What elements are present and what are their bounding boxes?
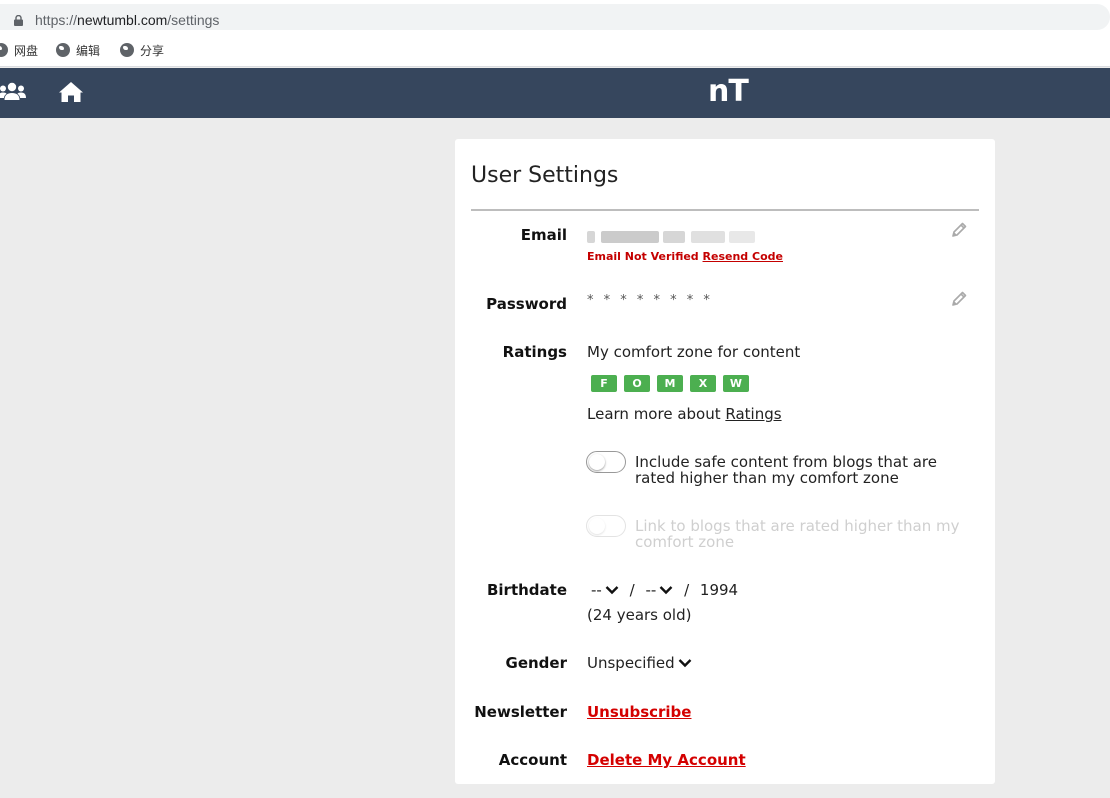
bookmark-item[interactable]: 分享 bbox=[120, 41, 164, 59]
email-value-redacted bbox=[587, 229, 757, 245]
date-separator: / bbox=[684, 581, 690, 599]
title-divider bbox=[471, 209, 979, 211]
bookmark-item[interactable]: 编辑 bbox=[56, 41, 100, 59]
birth-month-value: -- bbox=[591, 581, 602, 599]
url-prefix: https:// bbox=[35, 12, 78, 28]
birth-day-value: -- bbox=[645, 581, 657, 599]
page-title: User Settings bbox=[471, 163, 619, 188]
globe-icon bbox=[120, 43, 134, 57]
email-not-verified-text: Email Not Verified bbox=[587, 250, 699, 263]
app-navbar: nT bbox=[0, 68, 1110, 118]
gender-select[interactable]: Unspecified bbox=[587, 654, 692, 672]
rating-level-button[interactable]: M bbox=[657, 375, 683, 392]
link-higher-rated-option-text: Link to blogs that are rated higher than… bbox=[635, 517, 960, 551]
birth-year-select[interactable]: 1994 bbox=[700, 581, 738, 599]
delete-account-link[interactable]: Delete My Account bbox=[587, 751, 746, 769]
safe-content-option-text: Include safe content from blogs that are… bbox=[635, 453, 937, 487]
safe-content-toggle[interactable] bbox=[586, 451, 626, 473]
browser-url-bar: https://newtumbl.com/settings bbox=[0, 0, 1110, 34]
unsubscribe-link[interactable]: Unsubscribe bbox=[587, 703, 691, 721]
bookmark-label: 编辑 bbox=[76, 43, 101, 58]
site-logo[interactable]: nT bbox=[708, 74, 749, 109]
birthdate-label: Birthdate bbox=[486, 581, 567, 599]
chevron-down-icon bbox=[659, 586, 673, 595]
rating-level-button[interactable]: W bbox=[723, 375, 749, 392]
url-host: newtumbl.com bbox=[77, 12, 168, 28]
birthdate-fields: -- / -- / 1994 bbox=[591, 581, 738, 599]
birth-year-value: 1994 bbox=[699, 581, 739, 599]
password-value: * * * * * * * * bbox=[587, 293, 713, 308]
address-field[interactable]: https://newtumbl.com/settings bbox=[0, 4, 1110, 30]
rating-levels: F O M X W bbox=[591, 375, 749, 392]
edit-email-pencil-icon[interactable] bbox=[950, 221, 968, 239]
home-icon[interactable] bbox=[58, 81, 84, 103]
url-text: https://newtumbl.com/settings bbox=[35, 12, 219, 28]
learn-more-text: Learn more about Ratings bbox=[587, 405, 782, 423]
age-text: (24 years old) bbox=[587, 606, 692, 624]
url-path: /settings bbox=[167, 12, 220, 28]
edit-password-pencil-icon[interactable] bbox=[950, 290, 968, 308]
globe-icon bbox=[56, 43, 70, 57]
gender-label: Gender bbox=[505, 654, 567, 672]
lock-icon bbox=[14, 15, 23, 26]
date-separator: / bbox=[629, 581, 635, 599]
ratings-intro: My comfort zone for content bbox=[587, 343, 801, 361]
link-higher-rated-toggle[interactable] bbox=[586, 515, 626, 537]
chevron-down-icon bbox=[678, 659, 692, 668]
birth-month-select[interactable]: -- bbox=[591, 581, 619, 599]
chevron-down-icon bbox=[605, 586, 619, 595]
globe-icon bbox=[0, 43, 8, 57]
learn-more-prefix: Learn more about bbox=[587, 405, 726, 423]
bookmark-item[interactable]: 网盘 bbox=[0, 41, 38, 59]
account-label: Account bbox=[498, 751, 567, 769]
ratings-label: Ratings bbox=[502, 343, 567, 361]
ratings-info-link[interactable]: Ratings bbox=[725, 405, 781, 423]
gender-value: Unspecified bbox=[587, 654, 675, 672]
bookmark-label: 网盘 bbox=[14, 43, 39, 58]
settings-card: User Settings Email Email Not Verified R… bbox=[455, 139, 995, 784]
bookmark-label: 分享 bbox=[140, 43, 165, 58]
bookmarks-bar: 网盘 编辑 分享 bbox=[0, 34, 1110, 67]
birth-day-select[interactable]: -- bbox=[645, 581, 673, 599]
password-label: Password bbox=[486, 295, 567, 313]
email-label: Email bbox=[520, 226, 567, 244]
newsletter-label: Newsletter bbox=[474, 703, 567, 721]
email-verify-status: Email Not Verified Resend Code bbox=[587, 250, 783, 263]
users-icon[interactable] bbox=[0, 81, 26, 103]
rating-level-button[interactable]: O bbox=[624, 375, 650, 392]
rating-level-button[interactable]: X bbox=[690, 375, 716, 392]
rating-level-button[interactable]: F bbox=[591, 375, 617, 392]
resend-code-link[interactable]: Resend Code bbox=[703, 250, 783, 263]
